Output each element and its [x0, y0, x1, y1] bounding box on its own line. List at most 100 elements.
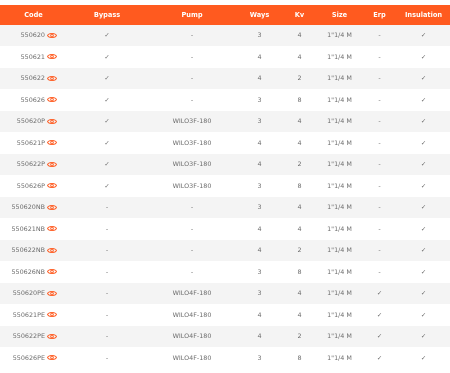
- header-erp: Erp: [362, 5, 397, 25]
- cell-erp: -: [362, 67, 397, 90]
- table-row: 550620NB - -3 4 1"1/4 M - ✓: [0, 196, 450, 219]
- eye-icon[interactable]: [47, 247, 57, 254]
- table-row: 550622NB - -4 2 1"1/4 M - ✓: [0, 239, 450, 262]
- cell-ways: 3: [237, 196, 282, 219]
- eye-icon[interactable]: [47, 204, 57, 211]
- cell-pump: -: [147, 239, 237, 262]
- eye-icon[interactable]: [47, 182, 57, 189]
- table-row: 550621PE - WILO4F-180 4 4 1"1/4 M ✓ ✓: [0, 304, 450, 326]
- eye-icon[interactable]: [47, 139, 57, 146]
- cell-bypass: ✓: [67, 175, 147, 197]
- code-text: 550626NB: [11, 267, 45, 276]
- code-text: 550626P: [16, 181, 45, 190]
- cell-kv: 2: [282, 153, 317, 176]
- table-row: 550621NB - -4 4 1"1/4 M - ✓: [0, 218, 450, 240]
- cell-pump: WILO3F-180: [147, 132, 237, 154]
- cell-code: 550620NB: [0, 196, 67, 219]
- table-body: 550620 ✓ -3 4 1"1/4 M - ✓ 550621 ✓ -4 4 1"1/4 M - ✓ 55…: [0, 25, 450, 369]
- eye-icon[interactable]: [47, 354, 57, 361]
- table-row: 550622 ✓ -4 2 1"1/4 M - ✓: [0, 67, 450, 90]
- cell-ways: 4: [237, 132, 282, 154]
- cell-ways: 3: [237, 282, 282, 305]
- cell-size: 1"1/4 M: [317, 153, 362, 176]
- cell-pump: WILO4F-180: [147, 282, 237, 305]
- cell-bypass: ✓: [67, 153, 147, 176]
- table-row: 550621 ✓ -4 4 1"1/4 M - ✓: [0, 46, 450, 68]
- cell-bypass: ✓: [67, 67, 147, 90]
- cell-code: 550626NB: [0, 261, 67, 283]
- code-text: 550620: [20, 31, 45, 40]
- eye-icon[interactable]: [47, 75, 57, 82]
- cell-pump: -: [147, 196, 237, 219]
- cell-bypass: -: [67, 196, 147, 219]
- cell-kv: 2: [282, 239, 317, 262]
- table-row: 550622PE - WILO4F-180 4 2 1"1/4 M ✓ ✓: [0, 325, 450, 348]
- eye-icon[interactable]: [47, 32, 57, 39]
- cell-bypass: -: [67, 347, 147, 369]
- cell-insulation: ✓: [397, 304, 450, 326]
- eye-icon[interactable]: [47, 53, 57, 60]
- cell-code: 550620PE: [0, 282, 67, 305]
- table-row: 550626NB - -3 8 1"1/4 M - ✓: [0, 261, 450, 283]
- eye-icon[interactable]: [47, 96, 57, 103]
- cell-code: 550626P: [0, 175, 67, 197]
- cell-erp: ✓: [362, 325, 397, 348]
- cell-insulation: ✓: [397, 153, 450, 176]
- eye-icon[interactable]: [47, 268, 57, 275]
- code-text: 550622P: [16, 160, 45, 169]
- cell-size: 1"1/4 M: [317, 175, 362, 197]
- cell-size: 1"1/4 M: [317, 325, 362, 348]
- cell-bypass: ✓: [67, 46, 147, 68]
- cell-erp: -: [362, 153, 397, 176]
- header-code: Code: [0, 5, 67, 25]
- cell-erp: ✓: [362, 347, 397, 369]
- cell-bypass: -: [67, 325, 147, 348]
- cell-kv: 4: [282, 110, 317, 133]
- cell-size: 1"1/4 M: [317, 282, 362, 305]
- eye-icon[interactable]: [47, 161, 57, 168]
- cell-size: 1"1/4 M: [317, 132, 362, 154]
- table-row: 550620PE - WILO4F-180 3 4 1"1/4 M ✓ ✓: [0, 282, 450, 305]
- cell-erp: -: [362, 239, 397, 262]
- cell-size: 1"1/4 M: [317, 239, 362, 262]
- cell-size: 1"1/4 M: [317, 89, 362, 111]
- product-table: Code Bypass Pump Ways Kv Size Erp Insula…: [0, 5, 450, 369]
- cell-kv: 8: [282, 261, 317, 283]
- cell-kv: 8: [282, 347, 317, 369]
- cell-ways: 4: [237, 67, 282, 90]
- cell-insulation: ✓: [397, 89, 450, 111]
- cell-kv: 8: [282, 175, 317, 197]
- code-text: 550620NB: [11, 203, 45, 212]
- cell-code: 550621PE: [0, 304, 67, 326]
- cell-code: 550626: [0, 89, 67, 111]
- cell-bypass: ✓: [67, 89, 147, 111]
- eye-icon[interactable]: [47, 311, 57, 318]
- cell-pump: WILO3F-180: [147, 153, 237, 176]
- table-row: 550620P ✓ WILO3F-180 3 4 1"1/4 M - ✓: [0, 110, 450, 133]
- eye-icon[interactable]: [47, 118, 57, 125]
- cell-code: 550626PE: [0, 347, 67, 369]
- eye-icon[interactable]: [47, 290, 57, 297]
- cell-pump: WILO4F-180: [147, 325, 237, 348]
- cell-kv: 8: [282, 89, 317, 111]
- cell-pump: WILO3F-180: [147, 175, 237, 197]
- cell-insulation: ✓: [397, 132, 450, 154]
- cell-kv: 2: [282, 325, 317, 348]
- cell-code: 550620: [0, 25, 67, 47]
- eye-icon[interactable]: [47, 225, 57, 232]
- cell-pump: -: [147, 67, 237, 90]
- cell-bypass: ✓: [67, 132, 147, 154]
- cell-code: 550622: [0, 67, 67, 90]
- eye-icon[interactable]: [47, 333, 57, 340]
- cell-kv: 4: [282, 218, 317, 240]
- code-text: 550621P: [16, 138, 45, 147]
- cell-erp: -: [362, 175, 397, 197]
- cell-insulation: ✓: [397, 67, 450, 90]
- header-insulation: Insulation: [397, 5, 450, 25]
- code-text: 550620P: [16, 117, 45, 126]
- cell-bypass: ✓: [67, 25, 147, 47]
- cell-pump: WILO4F-180: [147, 347, 237, 369]
- cell-ways: 3: [237, 89, 282, 111]
- cell-insulation: ✓: [397, 175, 450, 197]
- table-row: 550626PE - WILO4F-180 3 8 1"1/4 M ✓ ✓: [0, 347, 450, 369]
